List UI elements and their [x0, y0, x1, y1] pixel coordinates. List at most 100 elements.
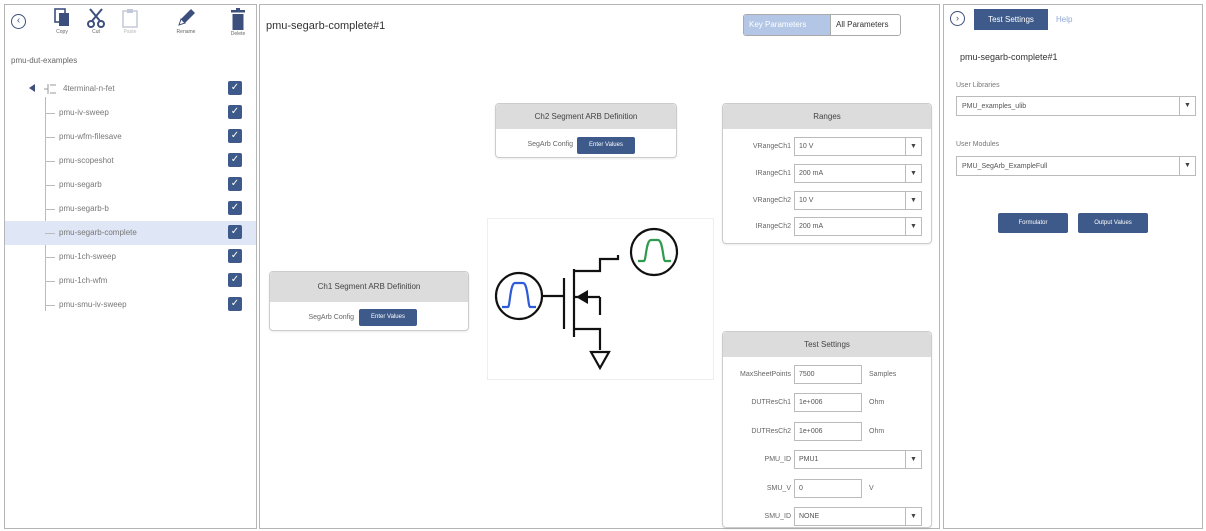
tree-connector — [45, 113, 55, 114]
chevron-down-icon[interactable]: ▼ — [905, 451, 921, 468]
ranges-card: Ranges VRangeCh1 10 V ▼ IRangeCh1 200 mA… — [722, 103, 932, 244]
test-settings-panel: › Test Settings Help pmu-segarb-complete… — [943, 4, 1203, 529]
dut-res-ch1-value: 1e+006 — [799, 399, 823, 406]
tree-item-test[interactable]: pmu-1ch-wfm ✓ — [5, 269, 256, 293]
vrange-ch1-value: 10 V — [799, 143, 814, 150]
include-checkbox[interactable]: ✓ — [228, 129, 242, 143]
tree-item-test[interactable]: pmu-scopeshot ✓ — [5, 149, 256, 173]
checkmark-icon: ✓ — [230, 130, 240, 141]
tree-connector — [45, 257, 55, 258]
checkmark-icon: ✓ — [230, 82, 240, 93]
tree-item-test[interactable]: pmu-iv-sweep ✓ — [5, 101, 256, 125]
chevron-down-icon[interactable]: ▼ — [1179, 157, 1195, 175]
copy-icon — [54, 8, 69, 26]
output-values-button[interactable]: Output Values — [1078, 213, 1148, 233]
include-checkbox[interactable]: ✓ — [228, 201, 242, 215]
max-sheet-points-label: MaxSheetPoints — [740, 371, 791, 378]
tree-item-test-label: pmu-segarb-complete — [59, 228, 137, 237]
tree-connector — [45, 161, 55, 162]
vrange-ch2-value: 10 V — [799, 197, 814, 204]
chevron-left-icon: ‹ — [16, 15, 21, 26]
rename-label: Rename — [176, 29, 196, 35]
delete-button[interactable]: Delete — [223, 8, 253, 37]
test-module-title: pmu-segarb-complete#1 — [960, 52, 1058, 62]
user-libraries-label: User Libraries — [956, 82, 1000, 89]
vrange-ch1-select[interactable]: 10 V ▼ — [794, 137, 922, 156]
chevron-down-icon[interactable]: ▼ — [905, 218, 921, 235]
user-modules-select[interactable]: PMU_SegArb_ExampleFull ▼ — [956, 156, 1196, 176]
tab-help[interactable]: Help — [1056, 9, 1072, 30]
collapse-right-panel-button[interactable]: › — [950, 11, 965, 26]
smu-v-input[interactable]: 0 — [794, 479, 862, 498]
ch1-enter-values-button[interactable]: Enter Values — [359, 309, 417, 326]
irange-ch1-value: 200 mA — [799, 170, 824, 177]
tree-connector — [45, 185, 55, 186]
parameters-panel: pmu-segarb-complete#1 Key Parameters All… — [259, 4, 940, 529]
device-diagram — [487, 218, 714, 380]
include-checkbox[interactable]: ✓ — [228, 177, 242, 191]
tree-toolbar: ‹ Copy Cut Paste Rename Delete — [5, 5, 256, 43]
include-checkbox[interactable]: ✓ — [228, 153, 242, 167]
tab-test-settings[interactable]: Test Settings — [974, 9, 1048, 30]
tree-item-device[interactable]: 4terminal-n-fet ✓ — [5, 77, 256, 101]
user-libraries-select[interactable]: PMU_examples_ulib ▼ — [956, 96, 1196, 116]
chevron-down-icon[interactable]: ▼ — [905, 138, 921, 155]
ch1-segment-arb-card: Ch1 Segment ARB Definition SegArb Config… — [269, 271, 469, 331]
chevron-down-icon[interactable]: ▼ — [905, 508, 921, 525]
ch2-card-title: Ch2 Segment ARB Definition — [496, 104, 676, 129]
tree-item-test-label: pmu-smu-iv-sweep — [59, 300, 127, 309]
tree-item-test-label: pmu-wfm-filesave — [59, 132, 122, 141]
include-checkbox[interactable]: ✓ — [228, 105, 242, 119]
include-checkbox[interactable]: ✓ — [228, 273, 242, 287]
delete-label: Delete — [230, 31, 246, 37]
dut-res-ch2-value: 1e+006 — [799, 428, 823, 435]
chevron-down-icon[interactable]: ▼ — [1179, 97, 1195, 115]
dut-res-ch1-label: DUTResCh1 — [751, 399, 791, 406]
chevron-down-icon[interactable]: ▼ — [905, 165, 921, 182]
smu-v-unit: V — [869, 485, 874, 492]
max-sheet-points-value: 7500 — [799, 371, 815, 378]
tree-item-test-label: pmu-scopeshot — [59, 156, 114, 165]
test-settings-card: Test Settings MaxSheetPoints 7500 Sample… — [722, 331, 932, 528]
collapse-left-panel-button[interactable]: ‹ — [11, 14, 26, 29]
user-modules-value: PMU_SegArb_ExampleFull — [962, 163, 1048, 170]
include-checkbox[interactable]: ✓ — [228, 297, 242, 311]
tree-item-test[interactable]: pmu-segarb ✓ — [5, 173, 256, 197]
include-checkbox[interactable]: ✓ — [228, 249, 242, 263]
include-checkbox-device[interactable]: ✓ — [228, 81, 242, 95]
expand-triangle-icon[interactable] — [29, 84, 35, 92]
irange-ch1-select[interactable]: 200 mA ▼ — [794, 164, 922, 183]
tree-item-test[interactable]: pmu-smu-iv-sweep ✓ — [5, 293, 256, 317]
cut-button[interactable]: Cut — [81, 8, 111, 35]
ch2-segarb-config-label: SegArb Config — [527, 141, 573, 148]
checkmark-icon: ✓ — [230, 250, 240, 261]
dut-res-ch1-unit: Ohm — [869, 399, 885, 406]
tree-item-test[interactable]: pmu-wfm-filesave ✓ — [5, 125, 256, 149]
dut-res-ch1-input[interactable]: 1e+006 — [794, 393, 862, 412]
paste-button[interactable]: Paste — [115, 8, 145, 35]
include-checkbox[interactable]: ✓ — [228, 225, 242, 239]
tree-item-test-label: pmu-1ch-wfm — [59, 276, 108, 285]
key-parameters-tab[interactable]: Key Parameters — [744, 15, 830, 35]
rename-button[interactable]: Rename — [171, 8, 201, 35]
dut-res-ch2-input[interactable]: 1e+006 — [794, 422, 862, 441]
test-settings-card-title: Test Settings — [723, 332, 931, 357]
all-parameters-tab[interactable]: All Parameters — [830, 15, 900, 35]
user-modules-label: User Modules — [956, 141, 1000, 148]
max-sheet-points-input[interactable]: 7500 — [794, 365, 862, 384]
tree-item-test[interactable]: pmu-segarb-b ✓ — [5, 197, 256, 221]
ch2-enter-values-button[interactable]: Enter Values — [577, 137, 635, 154]
formulator-button[interactable]: Formulator — [998, 213, 1068, 233]
copy-button[interactable]: Copy — [47, 8, 77, 35]
smu-v-value: 0 — [799, 485, 803, 492]
irange-ch2-value: 200 mA — [799, 223, 824, 230]
tree-item-test[interactable]: pmu-1ch-sweep ✓ — [5, 245, 256, 269]
pmu-id-label: PMU_ID — [764, 456, 791, 463]
tree-item-test-selected[interactable]: pmu-segarb-complete ✓ — [5, 221, 256, 245]
irange-ch2-select[interactable]: 200 mA ▼ — [794, 217, 922, 236]
pmu-id-select[interactable]: PMU1 ▼ — [794, 450, 922, 469]
smu-id-select[interactable]: NONE ▼ — [794, 507, 922, 526]
page-title: pmu-segarb-complete#1 — [266, 20, 386, 32]
chevron-down-icon[interactable]: ▼ — [905, 192, 921, 209]
vrange-ch2-select[interactable]: 10 V ▼ — [794, 191, 922, 210]
